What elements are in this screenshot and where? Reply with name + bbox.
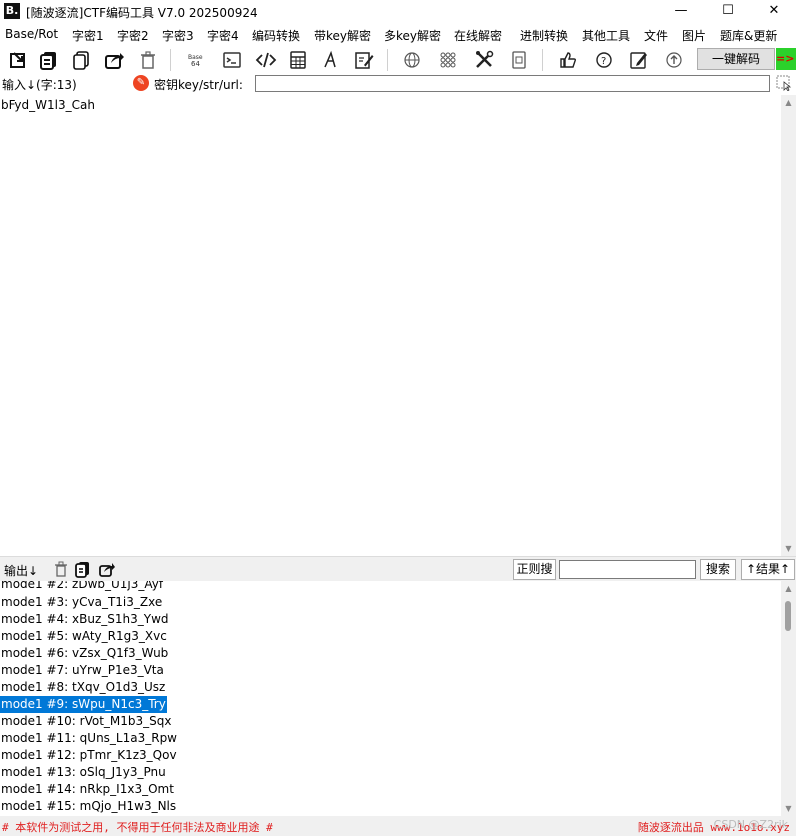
status-bar: # 本软件为测试之用, 不得用于任何非法及商业用途 # 随波逐流出品 www.1… (0, 816, 796, 836)
title-bar: B. [随波逐流]CTF编码工具 V7.0 202500924 — ☐ ✕ (0, 0, 796, 22)
trash-icon[interactable] (137, 49, 159, 71)
input-textarea[interactable]: bFyd_W1l3_Cah (0, 95, 781, 556)
maximize-button[interactable]: ☐ (705, 0, 751, 22)
tools-icon[interactable] (473, 49, 495, 71)
key-edit-icon[interactable]: ✎ (133, 75, 149, 91)
scroll-down-icon[interactable]: ▼ (781, 541, 796, 556)
menu-key-decrypt[interactable]: 带key解密 (314, 27, 371, 44)
input-label: 输入↓(字:13) (2, 78, 77, 92)
menu-zimi1[interactable]: 字密1 (72, 27, 104, 44)
output-line[interactable]: mode1 #6: vZsx_Q1f3_Wub (0, 645, 169, 662)
output-line[interactable]: mode1 #10: rVot_M1b3_Sqx (0, 713, 173, 730)
copy-stack-icon[interactable] (38, 49, 60, 71)
toolbar-divider (387, 49, 388, 71)
pen-icon[interactable] (628, 49, 650, 71)
key-row: 输入↓(字:13) ✎ 密钥key/str/url: (0, 73, 796, 94)
menu-question-bank[interactable]: 题库&更新 (720, 27, 777, 44)
toolbar-divider (170, 49, 171, 71)
menu-base-convert[interactable]: 进制转换 (520, 27, 568, 44)
scroll-up-icon[interactable]: ▲ (781, 581, 796, 596)
edit-note-icon[interactable] (353, 49, 375, 71)
output-line[interactable]: mode1 #15: mQjo_H1w3_Nls (0, 798, 177, 815)
calculator-icon[interactable] (287, 49, 309, 71)
app-logo-icon: B. (4, 3, 20, 19)
grid-icon[interactable] (437, 49, 459, 71)
menu-other-tools[interactable]: 其他工具 (582, 27, 630, 44)
menu-zimi2[interactable]: 字密2 (117, 27, 149, 44)
disclaimer-text: # 本软件为测试之用, 不得用于任何非法及商业用途 # (2, 821, 273, 834)
clear-output-icon[interactable] (52, 560, 70, 578)
output-line[interactable]: mode1 #3: yCva_T1i3_Zxe (0, 594, 163, 611)
menu-base-rot[interactable]: Base/Rot (5, 27, 58, 41)
menu-bar: Base/Rot 字密1 字密2 字密3 字密4 编码转换 带key解密 多ke… (0, 24, 796, 45)
watermark-text: CSDN @Z2rik (713, 818, 788, 831)
run-arrow-tag[interactable]: => (776, 48, 796, 70)
search-button[interactable]: 搜索 (700, 559, 736, 580)
window-title: [随波逐流]CTF编码工具 V7.0 202500924 (26, 6, 258, 20)
output-toolbar: 输出↓ 正则搜 搜索 ↑结果↑ (0, 556, 796, 581)
globe-icon[interactable] (401, 49, 423, 71)
scroll-thumb[interactable] (785, 601, 791, 631)
output-line[interactable]: mode1 #14: nRkp_I1x3_Omt (0, 781, 175, 798)
copy-output-icon[interactable] (74, 560, 92, 578)
output-line[interactable]: mode1 #4: xBuz_S1h3_Ywd (0, 611, 170, 628)
output-line[interactable]: mode1 #8: tXqv_O1d3_Usz (0, 679, 166, 696)
document-icon[interactable] (508, 49, 530, 71)
font-icon[interactable] (320, 49, 342, 71)
close-button[interactable]: ✕ (751, 0, 796, 22)
share-icon[interactable] (103, 49, 125, 71)
output-line[interactable]: mode1 #5: wAty_R1g3_Xvc (0, 628, 168, 645)
cursor-pick-icon[interactable] (776, 75, 792, 92)
menu-encoding-convert[interactable]: 编码转换 (252, 27, 300, 44)
output-line-selected[interactable]: mode1 #9: sWpu_N1c3_Try (0, 696, 167, 713)
menu-file[interactable]: 文件 (644, 27, 668, 44)
toolbar: Base 64 ? (0, 46, 796, 73)
output-line[interactable]: mode1 #7: uYrw_P1e3_Vta (0, 662, 165, 679)
output-line[interactable]: mode1 #2: zDwb_U1j3_Ayf (0, 581, 164, 593)
code-icon[interactable] (255, 49, 277, 71)
output-list[interactable]: mode1 #2: zDwb_U1j3_Ayf mode1 #3: yCva_T… (0, 581, 781, 816)
menu-zimi4[interactable]: 字密4 (207, 27, 239, 44)
scroll-up-icon[interactable]: ▲ (781, 95, 796, 110)
search-input[interactable] (559, 560, 696, 579)
menu-image[interactable]: 图片 (682, 27, 706, 44)
svg-text:64: 64 (191, 60, 200, 68)
svg-text:?: ? (601, 56, 606, 67)
regex-search-button[interactable]: 正则搜 (513, 559, 556, 580)
thumbs-up-icon[interactable] (557, 49, 579, 71)
input-scrollbar[interactable]: ▲ ▼ (781, 95, 796, 556)
key-input[interactable] (255, 75, 770, 92)
scroll-down-icon[interactable]: ▼ (781, 801, 796, 816)
menu-multikey-decrypt[interactable]: 多key解密 (384, 27, 441, 44)
output-label: 输出↓ (4, 564, 39, 578)
minimize-button[interactable]: — (658, 0, 704, 22)
menu-online-decrypt[interactable]: 在线解密 (454, 27, 502, 44)
output-line[interactable]: mode1 #11: qUns_L1a3_Rpw (0, 730, 178, 747)
menu-zimi3[interactable]: 字密3 (162, 27, 194, 44)
help-icon[interactable]: ? (593, 49, 615, 71)
one-click-decode-button[interactable]: 一键解码 (697, 48, 775, 70)
toolbar-divider (542, 49, 543, 71)
result-button[interactable]: ↑结果↑ (741, 559, 795, 580)
import-icon[interactable] (7, 49, 29, 71)
output-scrollbar[interactable]: ▲ ▼ (781, 581, 796, 816)
output-line[interactable]: mode1 #12: pTmr_K1z3_Qov (0, 747, 178, 764)
key-label: 密钥key/str/url: (154, 78, 243, 92)
upload-icon[interactable] (663, 49, 685, 71)
terminal-icon[interactable] (221, 49, 243, 71)
output-line[interactable]: mode1 #13: oSlq_J1y3_Pnu (0, 764, 167, 781)
share-output-icon[interactable] (98, 560, 116, 578)
duplicate-icon[interactable] (70, 49, 92, 71)
base64-icon[interactable]: Base 64 (185, 49, 207, 71)
